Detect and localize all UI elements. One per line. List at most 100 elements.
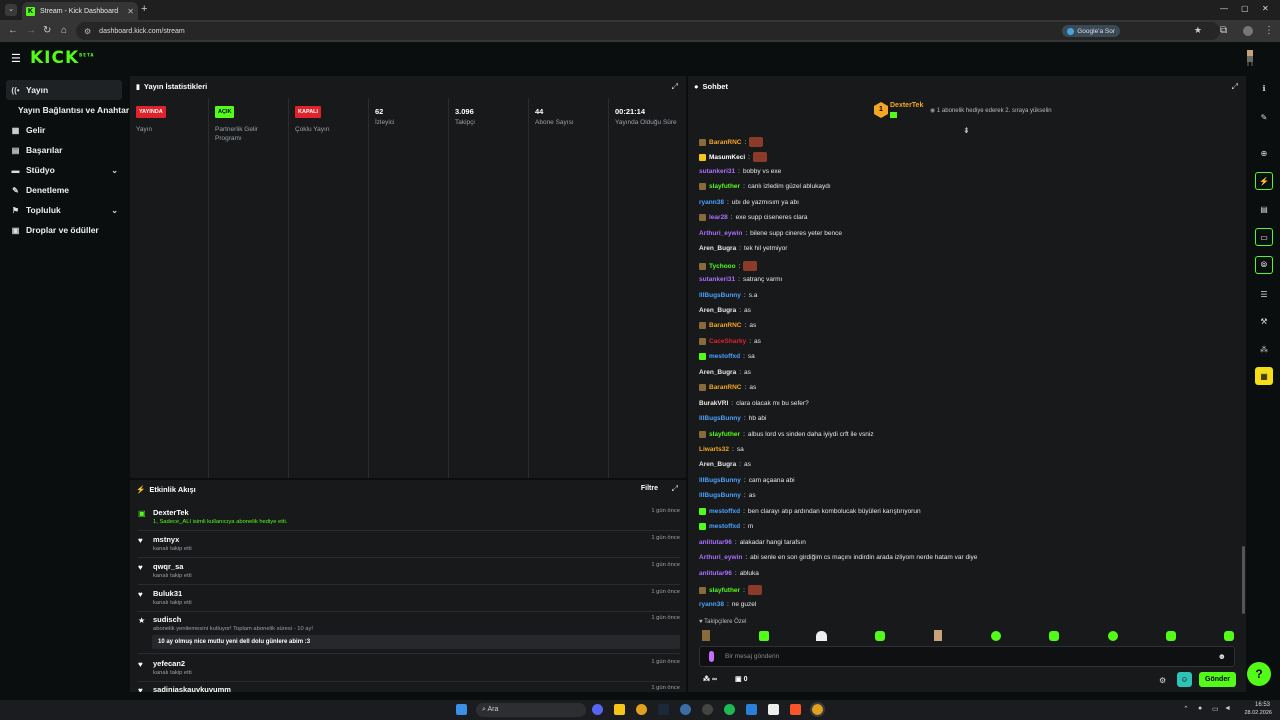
taskbar-search[interactable]: ⌕ Ara bbox=[476, 703, 586, 717]
emote-icon[interactable] bbox=[875, 631, 885, 641]
info-icon[interactable]: ℹ bbox=[1255, 79, 1273, 97]
chat-scrollbar[interactable] bbox=[1242, 546, 1245, 614]
network-icon[interactable]: ▭ bbox=[1212, 705, 1219, 713]
edit-icon[interactable]: ✎ bbox=[1255, 108, 1273, 126]
chat-username[interactable]: ryann38 bbox=[699, 199, 724, 206]
chat-username[interactable]: mestoffxd bbox=[709, 353, 740, 360]
chat-username[interactable]: slayfuther bbox=[709, 183, 740, 190]
chat-username[interactable]: MasumKeci bbox=[709, 154, 745, 161]
document-icon[interactable]: ▤ bbox=[1255, 200, 1273, 218]
chevron-down-icon[interactable]: ⌄ bbox=[111, 166, 118, 175]
emote-icon[interactable] bbox=[816, 631, 827, 641]
chat-username[interactable]: lllBugsBunny bbox=[699, 292, 741, 299]
chat-username[interactable]: Arthuri_eywin bbox=[699, 554, 742, 561]
chat-username[interactable]: Aren_Bugra bbox=[699, 307, 736, 314]
chat-username[interactable]: BaranRNC bbox=[709, 322, 742, 329]
event-user[interactable]: qwqr_sa bbox=[153, 562, 183, 571]
chrome-active-icon[interactable] bbox=[810, 702, 825, 717]
url-field[interactable]: ⚙ dashboard.kick.com/stream Google'a Sor… bbox=[76, 22, 1220, 40]
clock-time[interactable]: 16:53 bbox=[1242, 702, 1270, 708]
event-user[interactable]: mstnyx bbox=[153, 535, 179, 544]
emote-icon[interactable] bbox=[702, 630, 710, 641]
gift-counter[interactable]: ▣ 0 bbox=[735, 675, 747, 683]
file-explorer-icon[interactable] bbox=[614, 704, 625, 715]
help-chat-icon[interactable]: ? bbox=[1247, 662, 1271, 686]
sidebar-item-topluluk[interactable]: ⚑ Topluluk ⌄ bbox=[6, 200, 122, 220]
microphone-tray-icon[interactable]: ● bbox=[1198, 705, 1202, 712]
chat-username[interactable]: BurakVRI bbox=[699, 400, 728, 407]
event-user[interactable]: Buluk31 bbox=[153, 589, 182, 598]
sidebar-item-studyo[interactable]: ▬ Stüdyo ⌄ bbox=[6, 160, 122, 180]
chat-username[interactable]: Aren_Bugra bbox=[699, 369, 736, 376]
back-icon[interactable]: ← bbox=[8, 25, 18, 36]
lightning-icon[interactable]: ⚡ bbox=[1255, 172, 1273, 190]
event-user[interactable]: sudisch bbox=[153, 615, 181, 624]
popout-icon[interactable]: ⤢ bbox=[672, 82, 678, 92]
discord-icon[interactable] bbox=[592, 704, 603, 715]
tray-chevron-icon[interactable]: ⌃ bbox=[1183, 705, 1189, 713]
home-icon[interactable]: ⌂ bbox=[61, 25, 67, 36]
hamburger-menu-icon[interactable]: ☰ bbox=[11, 52, 21, 65]
chat-username[interactable]: BaranRNC bbox=[709, 384, 742, 391]
event-user[interactable]: sadinjaskauvkuvumm bbox=[153, 685, 231, 692]
chat-username[interactable]: sutankeri31 bbox=[699, 168, 735, 175]
kick-bot-icon[interactable]: ☺ bbox=[1177, 672, 1192, 687]
emote-icon[interactable] bbox=[1166, 631, 1176, 641]
ask-google-button[interactable]: Google'a Sor bbox=[1062, 25, 1120, 37]
broadcast-icon[interactable]: ⦾ bbox=[1255, 256, 1273, 274]
new-tab-button[interactable]: + bbox=[141, 3, 147, 15]
chat-username[interactable]: lllBugsBunny bbox=[699, 492, 741, 499]
maximize-button[interactable]: ▢ bbox=[1241, 4, 1249, 13]
sidebar-item-basarilar[interactable]: ▤ Başarılar bbox=[6, 140, 122, 160]
tab-close-icon[interactable]: ✕ bbox=[127, 7, 134, 16]
share-icon[interactable]: ⁂ bbox=[1255, 340, 1273, 358]
user-avatar-icon[interactable] bbox=[1244, 50, 1256, 66]
emote-icon[interactable] bbox=[759, 631, 769, 641]
clock-date[interactable]: 28.02.2026 bbox=[1238, 710, 1272, 716]
emote-icon[interactable] bbox=[1049, 631, 1059, 641]
microphone-icon[interactable] bbox=[709, 651, 714, 662]
minimize-button[interactable]: — bbox=[1220, 4, 1228, 13]
emote-icon[interactable] bbox=[1224, 631, 1234, 641]
profile-avatar-icon[interactable] bbox=[1243, 26, 1253, 36]
chat-username[interactable]: lear28 bbox=[709, 214, 728, 221]
chat-username[interactable]: CaceSharky bbox=[709, 338, 746, 345]
chat-input[interactable]: Bir mesaj gönderin ☻ bbox=[699, 646, 1235, 667]
clapper-icon[interactable]: ▦ bbox=[1255, 367, 1273, 385]
steam-icon[interactable] bbox=[658, 704, 669, 715]
chat-username[interactable]: Arthuri_eywin bbox=[699, 230, 742, 237]
browser-tab[interactable]: K Stream - Kick Dashboard ✕ bbox=[22, 2, 138, 20]
spotify-icon[interactable] bbox=[724, 704, 735, 715]
chrome-icon[interactable] bbox=[636, 704, 647, 715]
sidebar-item-denetleme[interactable]: ✎ Denetleme bbox=[6, 180, 122, 200]
chat-username[interactable]: Aren_Bugra bbox=[699, 245, 736, 252]
points-counter[interactable]: ⁂ ∞ bbox=[703, 675, 717, 683]
site-info-icon[interactable]: ⚙ bbox=[84, 27, 91, 36]
windows-start-icon[interactable] bbox=[456, 704, 467, 715]
emote-icon[interactable] bbox=[1108, 631, 1118, 641]
emote-icon[interactable] bbox=[934, 630, 942, 641]
chat-username[interactable]: lllBugsBunny bbox=[699, 477, 741, 484]
chat-username[interactable]: BaranRNC bbox=[709, 139, 742, 146]
wrench-icon[interactable]: ⚒ bbox=[1255, 312, 1273, 330]
window-close-button[interactable]: ✕ bbox=[1262, 4, 1269, 13]
forward-icon[interactable]: → bbox=[26, 25, 36, 36]
tab-menu-button[interactable]: ⌄ bbox=[5, 4, 17, 16]
chat-username[interactable]: anlitutar96 bbox=[699, 570, 732, 577]
vscode-icon[interactable] bbox=[746, 704, 757, 715]
app-icon[interactable] bbox=[768, 704, 779, 715]
chat-username[interactable]: Liwarts32 bbox=[699, 446, 729, 453]
filter-button[interactable]: Filtre bbox=[641, 485, 658, 492]
chat-username[interactable]: lllBugsBunny bbox=[699, 415, 741, 422]
emote-icon[interactable] bbox=[991, 631, 1001, 641]
chat-username[interactable]: mestoffxd bbox=[709, 523, 740, 530]
chevron-down-icon[interactable]: ⌄ bbox=[111, 206, 118, 215]
popout-icon[interactable]: ⤢ bbox=[672, 484, 678, 494]
sidebar-item-stream-key[interactable]: Yayın Bağlantısı ve Anahtarı bbox=[13, 100, 129, 120]
brave-icon[interactable] bbox=[790, 704, 801, 715]
chat-username[interactable]: Aren_Bugra bbox=[699, 461, 736, 468]
chat-username[interactable]: slayfuther bbox=[709, 431, 740, 438]
kick-logo[interactable]: KICKBETA bbox=[30, 48, 94, 68]
event-user[interactable]: yefecan2 bbox=[153, 659, 185, 668]
top-gifter-name[interactable]: DexterTek bbox=[890, 102, 923, 109]
